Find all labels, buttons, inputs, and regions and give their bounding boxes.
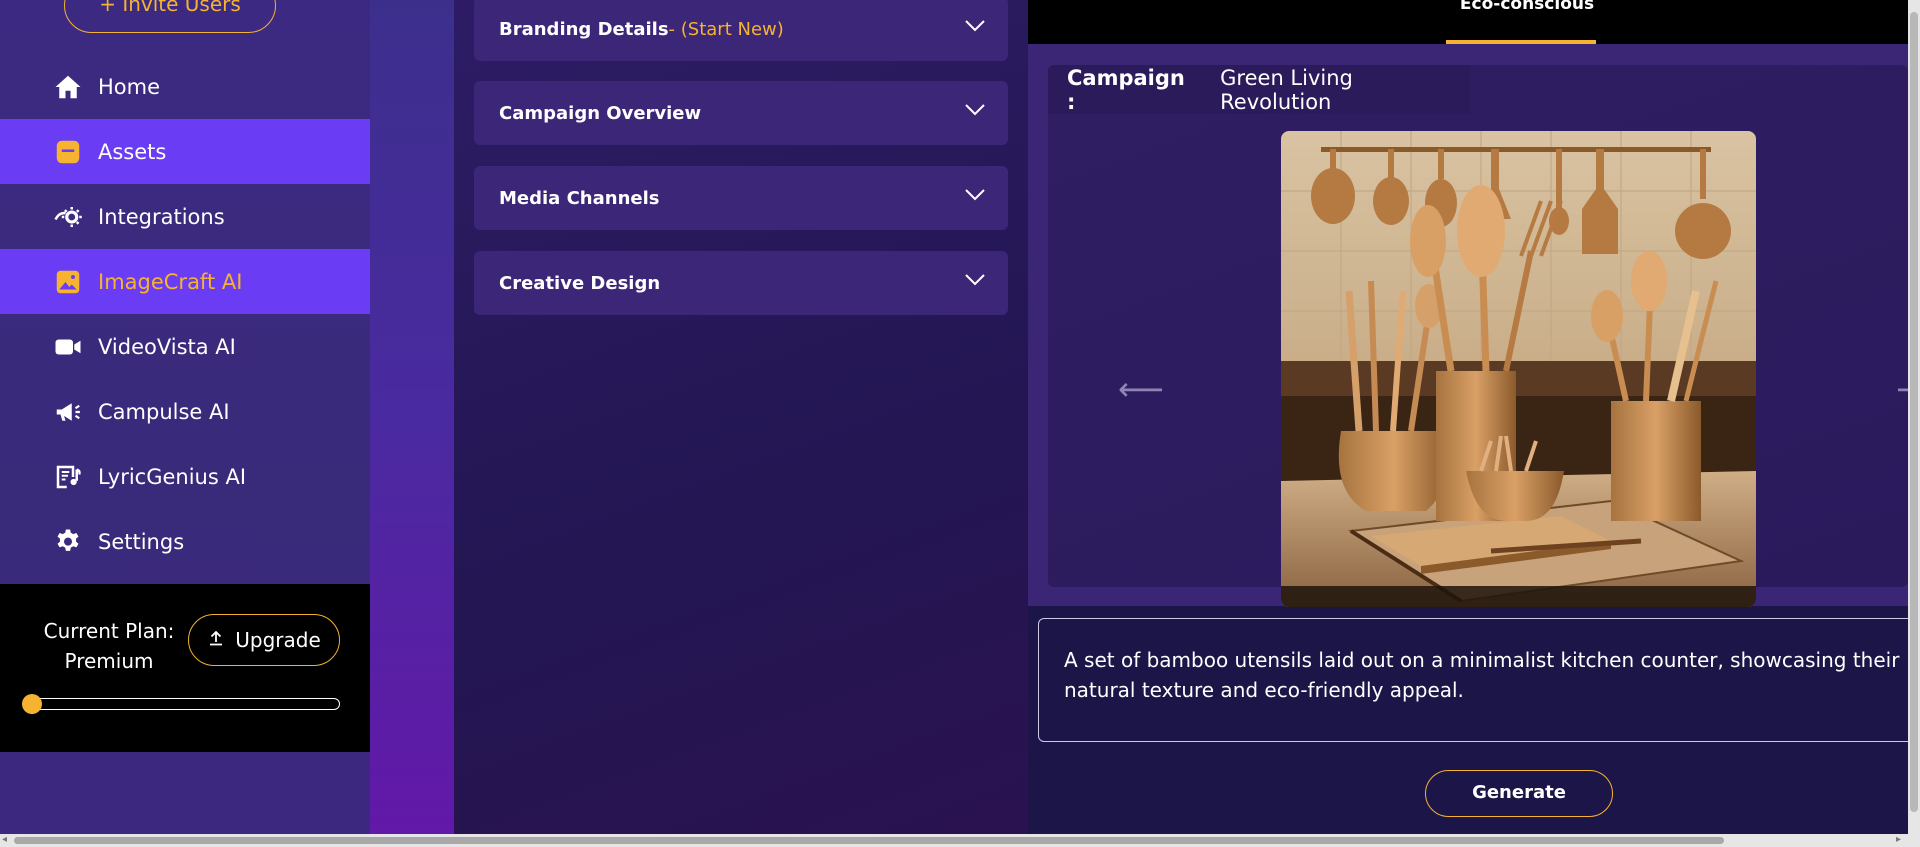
plan-usage-slider-thumb[interactable]	[22, 694, 42, 714]
accordion-title: Branding Details	[499, 18, 669, 40]
generate-button[interactable]: Generate	[1425, 770, 1613, 817]
sidebar-item-label: VideoVista AI	[98, 334, 236, 359]
sidebar-item-integrations[interactable]: Integrations	[0, 184, 370, 249]
vertical-scrollbar-thumb[interactable]	[1910, 12, 1918, 812]
sidebar-item-videovista[interactable]: VideoVista AI	[0, 314, 370, 379]
style-tab-bar: Eco-conscious	[1028, 0, 1908, 44]
accordion-branding-details[interactable]: Branding Details - (Start New)	[474, 0, 1008, 61]
image-icon	[52, 266, 84, 298]
sidebar-item-settings[interactable]: Settings	[0, 509, 370, 574]
scroll-right-icon[interactable]: ▸	[1896, 834, 1901, 845]
sidebar-item-lyricgenius[interactable]: LyricGenius AI	[0, 444, 370, 509]
integrations-icon	[52, 201, 84, 233]
horizontal-scrollbar-thumb[interactable]	[14, 837, 1724, 844]
sidebar-item-label: ImageCraft AI	[98, 269, 243, 294]
decorative-gradient-strip	[370, 0, 454, 834]
sidebar-item-assets[interactable]: Assets	[0, 119, 370, 184]
plan-panel: Current Plan: Premium Upgrade	[0, 584, 370, 752]
sidebar: + Invite Users Home Assets Integrations …	[0, 0, 370, 834]
accordion-creative-design[interactable]: Creative Design	[474, 251, 1008, 315]
megaphone-icon	[52, 396, 84, 428]
home-icon	[52, 71, 84, 103]
sidebar-item-label: Settings	[98, 529, 185, 554]
carousel-prev-arrow-icon[interactable]: ⟵	[1118, 370, 1164, 408]
accordion-campaign-overview[interactable]: Campaign Overview	[474, 81, 1008, 145]
sidebar-item-label: Integrations	[98, 204, 225, 229]
sidebar-item-label: LyricGenius AI	[98, 464, 247, 489]
video-camera-icon	[52, 331, 84, 363]
invite-users-button[interactable]: + Invite Users	[64, 0, 276, 33]
sidebar-item-label: Assets	[98, 139, 167, 164]
current-plan-label: Current Plan:	[43, 619, 175, 643]
chevron-down-icon	[965, 20, 985, 32]
sidebar-item-imagecraft[interactable]: ImageCraft AI	[0, 249, 370, 314]
campaign-label-key: Campaign :	[1067, 65, 1185, 114]
campaign-form-panel: Branding Details - (Start New) Campaign …	[454, 0, 1028, 834]
campaign-label: Campaign : Green Living Revolution	[1048, 65, 1470, 114]
current-plan-text: Current Plan: Premium	[30, 616, 188, 676]
image-description-text: A set of bamboo utensils laid out on a m…	[1064, 648, 1900, 702]
scroll-left-icon[interactable]: ◂	[2, 834, 7, 845]
current-plan-name: Premium	[64, 649, 154, 673]
chevron-down-icon	[965, 274, 985, 286]
generated-image	[1281, 131, 1756, 607]
campaign-name: Green Living Revolution	[1220, 65, 1353, 114]
accordion-title: Creative Design	[499, 272, 661, 294]
chevron-down-icon	[965, 189, 985, 201]
gear-icon	[52, 526, 84, 558]
sidebar-item-label: Campulse AI	[98, 399, 230, 424]
upload-arrow-icon	[207, 628, 225, 652]
image-preview-area: Campaign : Green Living Revolution ⟵ ⟶	[1028, 44, 1920, 607]
preview-panel: Eco-conscious Campaign : Green Living Re…	[1028, 0, 1920, 834]
lyrics-icon	[52, 461, 84, 493]
sidebar-item-campulse[interactable]: Campulse AI	[0, 379, 370, 444]
accordion-title: Campaign Overview	[499, 102, 702, 124]
accordion-title: Media Channels	[499, 187, 660, 209]
assets-icon	[52, 136, 84, 168]
chevron-down-icon	[965, 104, 985, 116]
accordion-media-channels[interactable]: Media Channels	[474, 166, 1008, 230]
image-description-input[interactable]: A set of bamboo utensils laid out on a m…	[1038, 618, 1918, 742]
sidebar-item-label: Home	[98, 74, 161, 99]
tab-eco-conscious[interactable]: Eco-conscious	[1446, 0, 1608, 14]
accordion-subtitle: - (Start New)	[668, 18, 784, 40]
horizontal-scrollbar[interactable]: ◂ ▸	[0, 834, 1920, 847]
upgrade-label: Upgrade	[235, 628, 321, 652]
upgrade-button[interactable]: Upgrade	[188, 614, 340, 666]
plan-usage-slider[interactable]	[24, 698, 340, 710]
sidebar-item-home[interactable]: Home	[0, 54, 370, 119]
vertical-scrollbar[interactable]	[1908, 0, 1920, 834]
